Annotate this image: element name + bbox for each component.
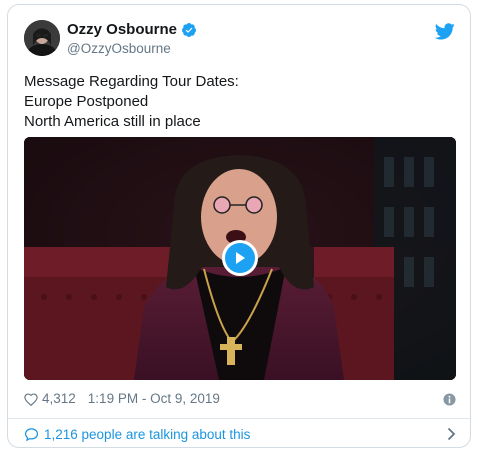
tweet-line: Message Regarding Tour Dates:: [24, 73, 239, 90]
play-button[interactable]: [222, 240, 258, 276]
avatar[interactable]: [24, 20, 60, 56]
tweet-meta-row: 4,312 1:19 PM - Oct 9, 2019: [24, 391, 220, 407]
info-icon[interactable]: [443, 393, 456, 406]
speech-bubble-icon: [24, 427, 39, 442]
heart-icon[interactable]: [24, 392, 38, 406]
twitter-bird-icon[interactable]: [434, 23, 455, 40]
author-handle[interactable]: @OzzyOsbourne: [67, 41, 171, 57]
tweet-text: Message Regarding Tour Dates: Europe Pos…: [24, 72, 239, 132]
divider: [8, 418, 470, 419]
verified-badge-icon: [181, 22, 197, 38]
author-display-name[interactable]: Ozzy Osbourne: [67, 21, 177, 39]
conversation-link[interactable]: 1,216 people are talking about this: [24, 425, 456, 443]
tweet-line: Europe Postponed: [24, 93, 149, 110]
tweet-line: North America still in place: [24, 113, 201, 130]
talking-count-text[interactable]: 1,216 people are talking about this: [44, 427, 250, 442]
tweet-card[interactable]: Ozzy Osbourne @OzzyOsbourne Message Rega…: [7, 4, 471, 448]
author-name-row[interactable]: Ozzy Osbourne: [67, 21, 197, 39]
like-count[interactable]: 4,312: [42, 391, 76, 407]
video-thumbnail[interactable]: [24, 137, 456, 380]
play-icon: [225, 243, 255, 273]
chevron-right-icon[interactable]: [447, 427, 456, 441]
tweet-timestamp[interactable]: 1:19 PM - Oct 9, 2019: [88, 391, 220, 407]
